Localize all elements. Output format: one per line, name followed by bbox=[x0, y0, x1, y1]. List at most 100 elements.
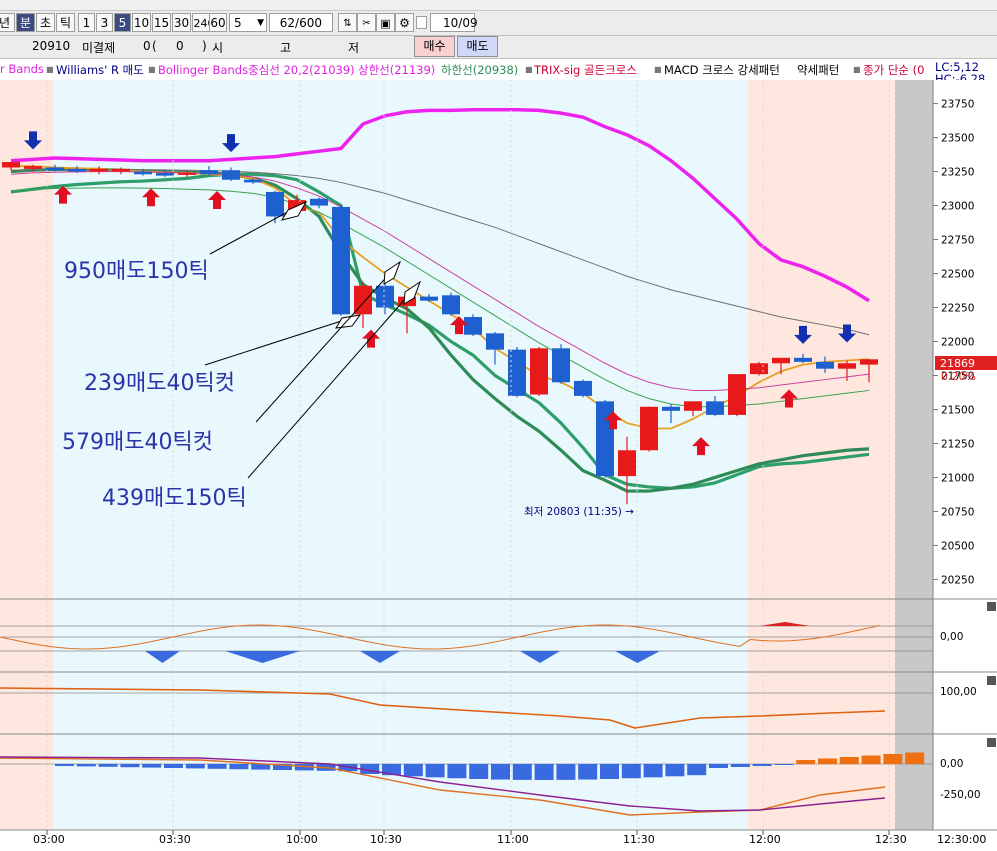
candle-body bbox=[420, 296, 438, 301]
candle-body bbox=[640, 406, 658, 451]
macd-histogram-bar bbox=[403, 764, 423, 777]
macd-histogram-bar bbox=[905, 752, 925, 764]
current-change: 0.20% bbox=[941, 370, 976, 383]
macd-histogram-bar bbox=[796, 760, 816, 764]
macd-histogram-bar bbox=[76, 764, 96, 767]
x-axis-tick-label: 10:00 bbox=[286, 833, 318, 846]
macd-histogram-bar bbox=[120, 764, 140, 768]
trading-chart-window: 년 분 초 틱 1 3 5 10 15 30 240 60 5 ▼ 62/600… bbox=[0, 0, 997, 851]
macd-histogram-bar bbox=[491, 764, 510, 780]
candle-body bbox=[156, 172, 174, 176]
y-axis-tick-label: 21500 bbox=[941, 404, 974, 416]
macd-histogram-bar bbox=[578, 764, 598, 780]
macd-histogram-bar bbox=[839, 757, 859, 764]
candle-body bbox=[332, 206, 350, 315]
annotation-579: 579매도40틱컷 bbox=[62, 430, 213, 455]
x-axis-tick-label: 03:00 bbox=[33, 833, 65, 846]
close-icon[interactable] bbox=[987, 602, 996, 611]
macd-histogram-bar bbox=[512, 764, 532, 780]
x-axis-tick-label: 11:00 bbox=[497, 833, 529, 846]
candle-body bbox=[750, 363, 768, 375]
macd-histogram-bar bbox=[861, 755, 881, 764]
y-axis-tick-label: 21250 bbox=[941, 438, 974, 450]
candle-body bbox=[134, 171, 152, 175]
future-zone bbox=[895, 80, 933, 830]
macd-axis-label: -250,00 bbox=[940, 789, 981, 801]
macd-histogram-bar bbox=[883, 754, 903, 764]
candle-body bbox=[706, 401, 724, 415]
y-axis-tick-label: 20500 bbox=[941, 540, 974, 552]
session-zone-pre bbox=[0, 80, 53, 830]
macd-histogram-bar bbox=[556, 764, 576, 780]
candle-body bbox=[68, 168, 86, 172]
candle-body bbox=[860, 359, 878, 365]
x-axis-tick-label: 03:30 bbox=[159, 833, 191, 846]
candle-body bbox=[178, 172, 196, 175]
x-axis-time-label: 12:30:00 bbox=[937, 833, 986, 846]
macd-histogram-bar bbox=[229, 764, 249, 770]
candle-body bbox=[838, 363, 856, 369]
candle-body bbox=[2, 162, 20, 168]
candle-body bbox=[486, 333, 504, 350]
current-price: 21869 bbox=[940, 357, 975, 370]
y-axis-tick-label: 23500 bbox=[941, 133, 974, 145]
macd-histogram-bar bbox=[600, 764, 619, 779]
candle-body bbox=[552, 348, 570, 383]
candle-body bbox=[442, 295, 460, 315]
macd-histogram-bar bbox=[665, 764, 685, 777]
annotation-950: 950매도150틱 bbox=[64, 259, 209, 284]
y-axis-panel bbox=[933, 80, 997, 851]
x-axis-tick-label: 11:30 bbox=[623, 833, 655, 846]
candle-body bbox=[728, 374, 746, 415]
macd-histogram-bar bbox=[752, 764, 772, 766]
candle-body bbox=[618, 450, 636, 477]
y-axis-tick-label: 23000 bbox=[941, 201, 974, 213]
close-icon[interactable] bbox=[987, 676, 996, 685]
candle-body bbox=[574, 380, 592, 396]
macd-histogram-bar bbox=[207, 764, 227, 769]
annotation-439: 439매도150틱 bbox=[102, 486, 247, 511]
session-zone-main bbox=[53, 80, 748, 830]
candle-body bbox=[464, 317, 482, 335]
macd-histogram-bar bbox=[55, 764, 74, 766]
candle-body bbox=[24, 166, 42, 169]
candle-body bbox=[266, 191, 284, 217]
candle-body bbox=[684, 401, 702, 411]
close-icon[interactable] bbox=[987, 738, 996, 747]
macd-histogram-bar bbox=[730, 764, 750, 767]
y-axis-tick-label: 23750 bbox=[941, 99, 974, 111]
y-axis-tick-label: 23250 bbox=[941, 167, 974, 179]
macd-histogram-bar bbox=[643, 764, 663, 778]
y-axis-tick-label: 20250 bbox=[941, 574, 974, 586]
candle-body bbox=[376, 285, 394, 308]
candle-body bbox=[200, 170, 218, 175]
candle-body bbox=[310, 198, 328, 206]
macd-histogram-bar bbox=[164, 764, 183, 768]
trix-axis-label: 100,00 bbox=[940, 686, 977, 698]
candle-body bbox=[772, 357, 790, 364]
macd-histogram-bar bbox=[142, 764, 162, 768]
macd-histogram-bar bbox=[687, 764, 707, 776]
macd-histogram-bar bbox=[621, 764, 641, 779]
macd-histogram-bar bbox=[774, 764, 794, 765]
macd-histogram-bar bbox=[469, 764, 489, 779]
candle-body bbox=[222, 170, 240, 180]
candle-body bbox=[112, 168, 130, 172]
candle-body bbox=[244, 179, 262, 183]
annotation-239: 239매도40틱컷 bbox=[84, 371, 235, 396]
x-axis-tick-label: 10:30 bbox=[370, 833, 402, 846]
y-axis-tick-label: 22500 bbox=[941, 269, 974, 281]
macd-histogram-bar bbox=[534, 764, 554, 780]
macd-histogram-bar bbox=[709, 764, 728, 768]
macd-histogram-bar bbox=[98, 764, 118, 767]
macd-histogram-bar bbox=[425, 764, 445, 778]
candle-body bbox=[794, 357, 812, 362]
y-axis-tick-label: 22750 bbox=[941, 235, 974, 247]
y-axis-tick-label: 20750 bbox=[941, 506, 974, 518]
candle-body bbox=[530, 348, 548, 395]
macd-axis-label: 0,00 bbox=[940, 758, 963, 770]
macd-histogram-bar bbox=[818, 758, 837, 764]
price-chart[interactable]: 23750 23500 23250 23000 22750 22500 22250 22000… bbox=[0, 0, 997, 851]
y-axis-tick-label: 22250 bbox=[941, 303, 974, 315]
y-axis-tick-label: 21000 bbox=[941, 472, 974, 484]
